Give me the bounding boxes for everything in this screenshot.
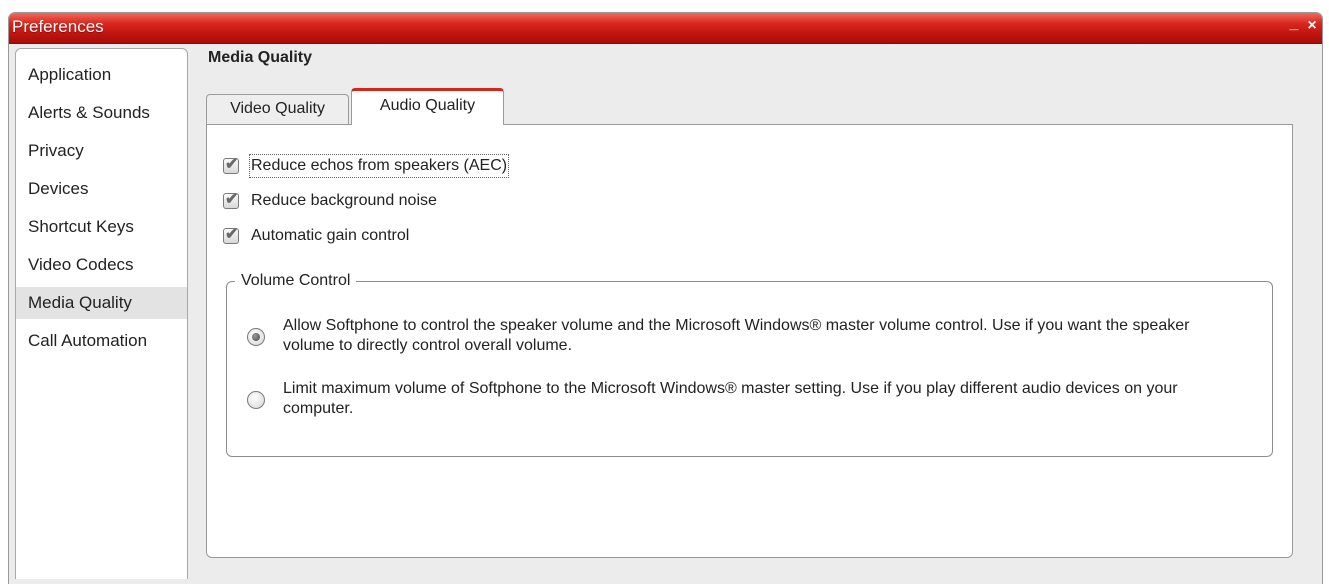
title-bar[interactable]: Preferences _ ×	[9, 13, 1322, 44]
volume-option-master-control-label: Allow Softphone to control the speaker v…	[283, 317, 1190, 354]
checkmark-icon: ✔	[225, 226, 239, 243]
audio-quality-panel: ✔ Reduce echos from speakers (AEC) ✔ Red…	[206, 124, 1293, 558]
volume-control-legend: Volume Control	[235, 272, 357, 290]
window-title: Preferences	[12, 17, 104, 36]
aec-checkbox[interactable]: ✔	[223, 156, 239, 174]
volume-option-limit-max-label: Limit maximum volume of Softphone to the…	[283, 380, 1178, 417]
sidebar-item-privacy[interactable]: Privacy	[16, 135, 187, 167]
checkmark-icon: ✔	[225, 156, 239, 173]
sidebar-item-alerts-sounds[interactable]: Alerts & Sounds	[16, 97, 187, 129]
sidebar-item-shortcut-keys[interactable]: Shortcut Keys	[16, 211, 187, 243]
aec-label: Reduce echos from speakers (AEC)	[248, 154, 510, 178]
volume-option-master-control-radio[interactable]	[247, 328, 265, 346]
noise-reduction-checkbox[interactable]: ✔	[223, 191, 239, 209]
gain-control-checkbox[interactable]: ✔	[223, 226, 239, 244]
volume-option-master-control[interactable]: Allow Softphone to control the speaker v…	[247, 316, 1247, 360]
sidebar-item-media-quality[interactable]: Media Quality	[16, 287, 187, 319]
volume-option-limit-max-radio[interactable]	[247, 391, 265, 409]
sidebar-item-call-automation[interactable]: Call Automation	[16, 325, 187, 357]
volume-option-limit-max[interactable]: Limit maximum volume of Softphone to the…	[247, 379, 1247, 423]
sidebar-item-devices[interactable]: Devices	[16, 173, 187, 205]
noise-reduction-label: Reduce background noise	[251, 192, 437, 209]
sidebar-item-video-codecs[interactable]: Video Codecs	[16, 249, 187, 281]
sidebar-item-application[interactable]: Application	[16, 59, 187, 91]
gain-control-label: Automatic gain control	[251, 227, 410, 244]
tab-video-quality[interactable]: Video Quality	[206, 94, 349, 124]
close-button[interactable]: ×	[1304, 16, 1320, 36]
checkmark-icon: ✔	[225, 191, 239, 208]
radio-selected-dot	[252, 333, 260, 341]
preferences-sidebar: Application Alerts & Sounds Privacy Devi…	[15, 48, 188, 579]
section-title: Media Quality	[208, 49, 313, 66]
minimize-button[interactable]: _	[1286, 14, 1302, 34]
tab-audio-quality[interactable]: Audio Quality	[351, 88, 504, 125]
volume-control-group: Volume Control Allow Softphone to contro…	[226, 272, 1273, 457]
